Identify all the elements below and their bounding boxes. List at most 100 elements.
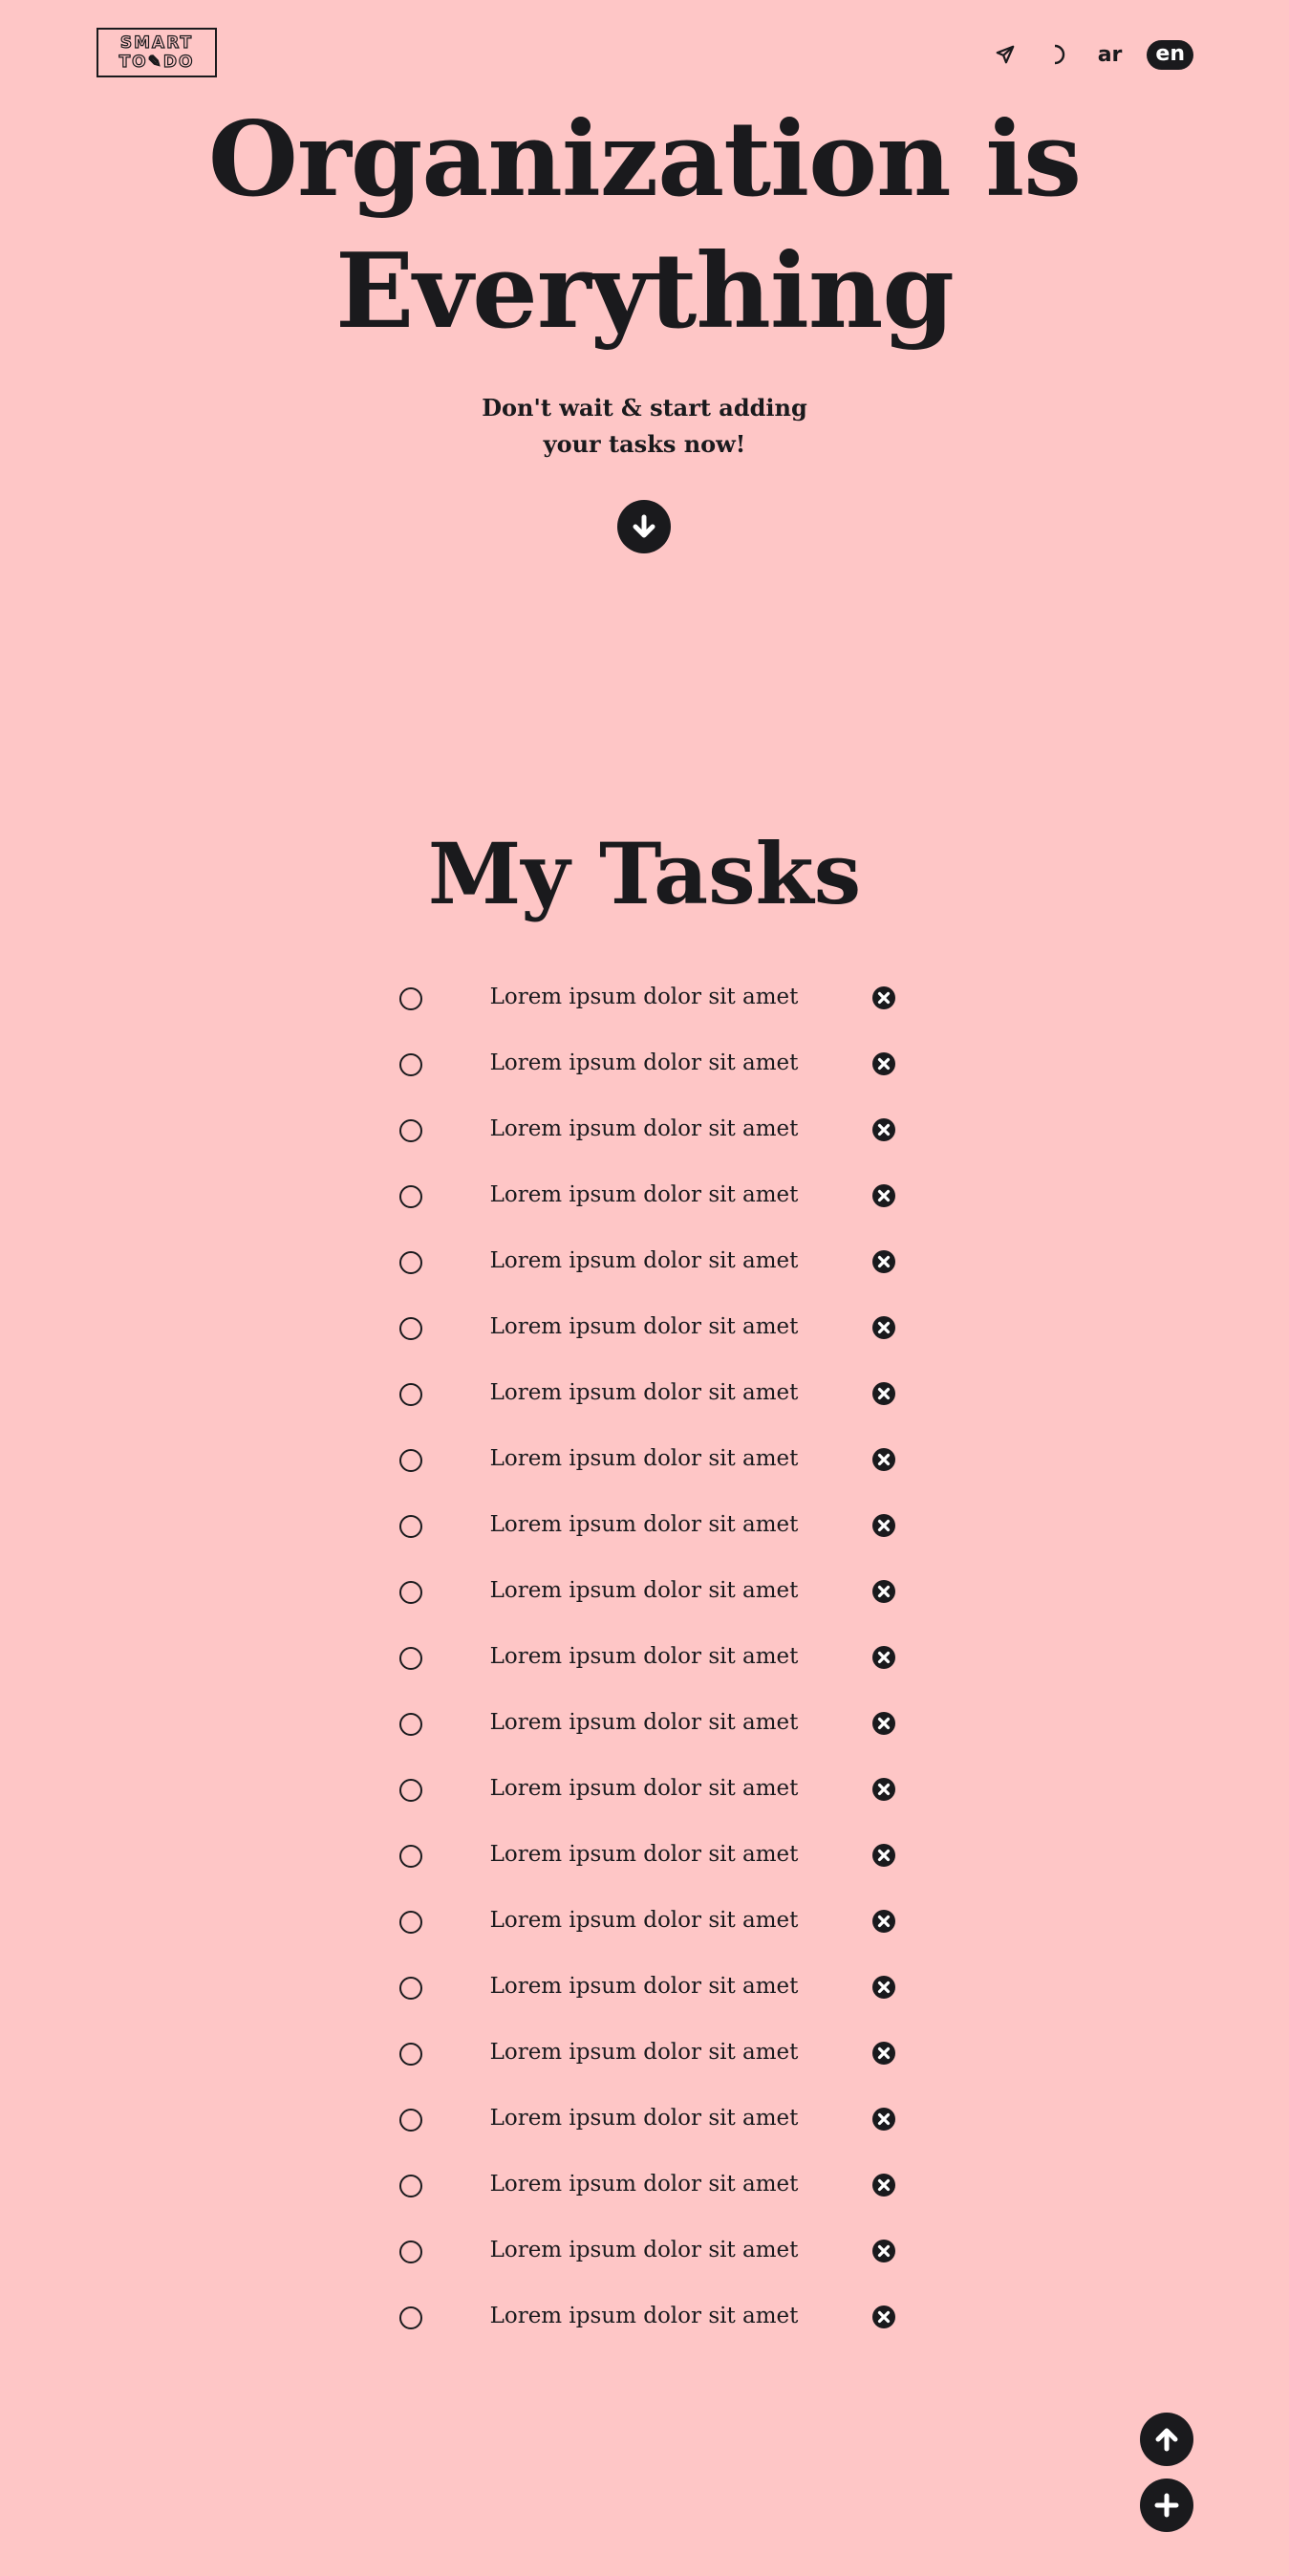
task-text[interactable]: Lorem ipsum dolor sit amet bbox=[449, 2237, 839, 2263]
task-complete-checkbox[interactable] bbox=[399, 2175, 422, 2197]
delete-task-button[interactable] bbox=[871, 1381, 896, 1406]
task-text[interactable]: Lorem ipsum dolor sit amet bbox=[449, 1050, 839, 1076]
task-row: Lorem ipsum dolor sit amet bbox=[392, 1626, 896, 1692]
task-row: Lorem ipsum dolor sit amet bbox=[392, 1428, 896, 1494]
task-complete-checkbox[interactable] bbox=[399, 1185, 422, 1208]
task-text[interactable]: Lorem ipsum dolor sit amet bbox=[449, 2303, 839, 2329]
task-text[interactable]: Lorem ipsum dolor sit amet bbox=[449, 2171, 839, 2197]
task-text[interactable]: Lorem ipsum dolor sit amet bbox=[449, 1973, 839, 2000]
delete-task-button[interactable] bbox=[871, 2173, 896, 2197]
task-complete-checkbox[interactable] bbox=[399, 1251, 422, 1274]
task-complete-checkbox[interactable] bbox=[399, 1779, 422, 1802]
delete-task-button[interactable] bbox=[871, 1447, 896, 1472]
delete-task-button[interactable] bbox=[871, 1645, 896, 1670]
delete-task-button[interactable] bbox=[871, 1249, 896, 1274]
task-text[interactable]: Lorem ipsum dolor sit amet bbox=[449, 1775, 839, 1802]
task-text[interactable]: Lorem ipsum dolor sit amet bbox=[449, 2105, 839, 2132]
delete-task-button[interactable] bbox=[871, 2107, 896, 2132]
delete-task-button[interactable] bbox=[871, 1909, 896, 1934]
task-complete-checkbox[interactable] bbox=[399, 2240, 422, 2263]
delete-task-button[interactable] bbox=[871, 2041, 896, 2066]
delete-task-button[interactable] bbox=[871, 1117, 896, 1142]
close-circle-icon bbox=[872, 2305, 895, 2328]
top-nav: ar en bbox=[991, 36, 1193, 73]
task-complete-checkbox[interactable] bbox=[399, 1383, 422, 1406]
delete-task-button[interactable] bbox=[871, 1711, 896, 1736]
task-row: Lorem ipsum dolor sit amet bbox=[392, 1098, 896, 1164]
task-complete-checkbox[interactable] bbox=[399, 1845, 422, 1868]
task-text[interactable]: Lorem ipsum dolor sit amet bbox=[449, 1247, 839, 1274]
task-text[interactable]: Lorem ipsum dolor sit amet bbox=[449, 1115, 839, 1142]
close-circle-icon bbox=[872, 2108, 895, 2131]
arrow-down-icon bbox=[633, 514, 655, 538]
task-row: Lorem ipsum dolor sit amet bbox=[392, 2285, 896, 2351]
task-complete-checkbox[interactable] bbox=[399, 1977, 422, 2000]
close-circle-icon bbox=[872, 1382, 895, 1405]
send-icon[interactable] bbox=[991, 40, 1020, 69]
close-circle-icon bbox=[872, 2042, 895, 2065]
close-circle-icon bbox=[872, 1514, 895, 1537]
hero-subtitle-line-1: Don't wait & start adding bbox=[482, 394, 807, 422]
delete-task-button[interactable] bbox=[871, 985, 896, 1010]
task-text[interactable]: Lorem ipsum dolor sit amet bbox=[449, 2039, 839, 2066]
close-circle-icon bbox=[872, 1976, 895, 1999]
scroll-down-button[interactable] bbox=[617, 500, 671, 553]
moon-icon[interactable] bbox=[1044, 40, 1073, 69]
task-row: Lorem ipsum dolor sit amet bbox=[392, 966, 896, 1032]
task-complete-checkbox[interactable] bbox=[399, 1911, 422, 1934]
delete-task-button[interactable] bbox=[871, 1843, 896, 1868]
task-text[interactable]: Lorem ipsum dolor sit amet bbox=[449, 1841, 839, 1868]
logo-line-2: TO✎DO bbox=[118, 52, 195, 72]
task-complete-checkbox[interactable] bbox=[399, 987, 422, 1010]
scroll-top-button[interactable] bbox=[1140, 2413, 1193, 2466]
task-text[interactable]: Lorem ipsum dolor sit amet bbox=[449, 1313, 839, 1340]
close-circle-icon bbox=[872, 1448, 895, 1471]
delete-task-button[interactable] bbox=[871, 1051, 896, 1076]
delete-task-button[interactable] bbox=[871, 1513, 896, 1538]
task-complete-checkbox[interactable] bbox=[399, 1515, 422, 1538]
task-row: Lorem ipsum dolor sit amet bbox=[392, 1296, 896, 1362]
delete-task-button[interactable] bbox=[871, 1183, 896, 1208]
task-complete-checkbox[interactable] bbox=[399, 1449, 422, 1472]
add-task-button[interactable] bbox=[1140, 2479, 1193, 2532]
delete-task-button[interactable] bbox=[871, 1975, 896, 2000]
task-text[interactable]: Lorem ipsum dolor sit amet bbox=[449, 1445, 839, 1472]
task-row: Lorem ipsum dolor sit amet bbox=[392, 2219, 896, 2285]
task-complete-checkbox[interactable] bbox=[399, 1581, 422, 1604]
task-text[interactable]: Lorem ipsum dolor sit amet bbox=[449, 1181, 839, 1208]
task-text[interactable]: Lorem ipsum dolor sit amet bbox=[449, 1577, 839, 1604]
close-circle-icon bbox=[872, 1184, 895, 1207]
task-row: Lorem ipsum dolor sit amet bbox=[392, 2088, 896, 2154]
task-row: Lorem ipsum dolor sit amet bbox=[392, 1032, 896, 1098]
task-text[interactable]: Lorem ipsum dolor sit amet bbox=[449, 1709, 839, 1736]
task-text[interactable]: Lorem ipsum dolor sit amet bbox=[449, 1907, 839, 1934]
task-text[interactable]: Lorem ipsum dolor sit amet bbox=[449, 1379, 839, 1406]
delete-task-button[interactable] bbox=[871, 1315, 896, 1340]
task-row: Lorem ipsum dolor sit amet bbox=[392, 1758, 896, 1824]
task-complete-checkbox[interactable] bbox=[399, 1647, 422, 1670]
delete-task-button[interactable] bbox=[871, 2239, 896, 2263]
task-text[interactable]: Lorem ipsum dolor sit amet bbox=[449, 984, 839, 1010]
hero-title-line-2: Everything bbox=[335, 231, 955, 352]
delete-task-button[interactable] bbox=[871, 2305, 896, 2329]
task-complete-checkbox[interactable] bbox=[399, 1713, 422, 1736]
task-complete-checkbox[interactable] bbox=[399, 2109, 422, 2132]
task-complete-checkbox[interactable] bbox=[399, 2043, 422, 2066]
task-complete-checkbox[interactable] bbox=[399, 2306, 422, 2329]
tasks-title: My Tasks bbox=[427, 824, 862, 923]
logo[interactable]: SMART TO✎DO bbox=[97, 28, 217, 77]
task-row: Lorem ipsum dolor sit amet bbox=[392, 1824, 896, 1890]
task-row: Lorem ipsum dolor sit amet bbox=[392, 2022, 896, 2088]
close-circle-icon bbox=[872, 1316, 895, 1339]
delete-task-button[interactable] bbox=[871, 1579, 896, 1604]
task-text[interactable]: Lorem ipsum dolor sit amet bbox=[449, 1643, 839, 1670]
lang-en-button[interactable]: en bbox=[1147, 39, 1193, 70]
task-complete-checkbox[interactable] bbox=[399, 1053, 422, 1076]
task-complete-checkbox[interactable] bbox=[399, 1119, 422, 1142]
close-circle-icon bbox=[872, 1778, 895, 1801]
task-text[interactable]: Lorem ipsum dolor sit amet bbox=[449, 1511, 839, 1538]
delete-task-button[interactable] bbox=[871, 1777, 896, 1802]
lang-ar-button[interactable]: ar bbox=[1098, 43, 1123, 67]
close-circle-icon bbox=[872, 1910, 895, 1933]
task-complete-checkbox[interactable] bbox=[399, 1317, 422, 1340]
